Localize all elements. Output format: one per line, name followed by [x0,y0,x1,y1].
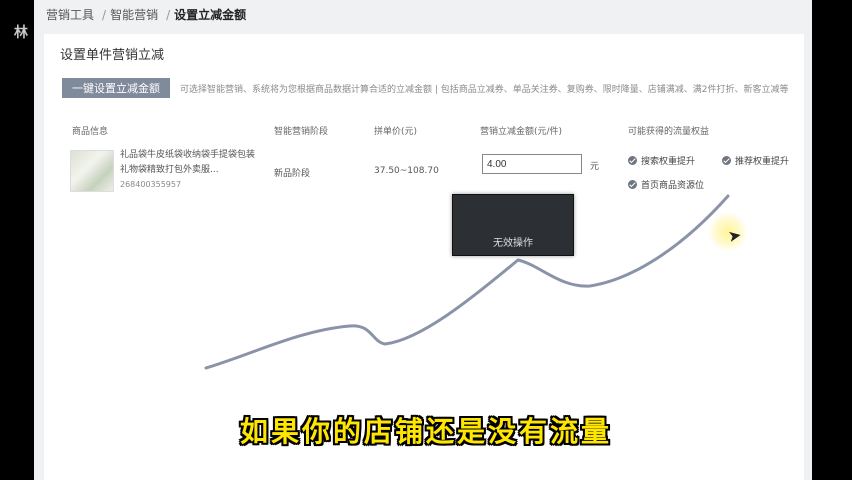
header-group-price: 拼单价(元) [374,127,418,137]
video-frame: 林 营销工具 / 智能营销 / 设置立减金额 设置单件营销立减 一键设置立减金额 可选择… [0,0,852,480]
batch-hint-text: 可选择智能营销、系统将为您根据商品数据计算合适的立减金额 | 包括商品立减券、单… [180,85,789,95]
group-price: 37.50~108.70 [374,166,439,176]
product-name[interactable]: 礼品袋牛皮纸袋收纳袋手提袋包装礼物袋精致打包外卖服... [120,148,260,178]
benefit-label: 搜索权重提升 [641,157,696,167]
breadcrumb-current: 设置立减金额 [174,8,247,22]
app-screen: 营销工具 / 智能营销 / 设置立减金额 设置单件营销立减 一键设置立减金额 可选择智能… [34,0,812,480]
benefit-label: 推荐权重提升 [735,157,790,167]
product-thumbnail[interactable] [70,150,114,192]
toast-text: 无效操作 [493,238,533,249]
discount-amount-input[interactable] [482,154,582,174]
discount-unit: 元 [590,162,600,172]
benefit-label: 首页商品资源位 [641,181,705,191]
toast-message: 无效操作 [452,194,574,256]
benefit-search-weight: 搜索权重提升 [628,154,695,167]
product-id: 268400355957 [120,180,182,189]
breadcrumb-separator: / [102,8,107,22]
table-row: 礼品袋牛皮纸袋收纳袋手提袋包装礼物袋精致打包外卖服... 26840035595… [44,144,804,204]
marketing-stage: 新品阶段 [274,169,311,179]
breadcrumb: 营销工具 / 智能营销 / 设置立减金额 [46,6,250,23]
batch-set-discount-button[interactable]: 一键设置立减金额 [62,78,170,98]
header-product-info: 商品信息 [72,127,109,137]
panel-title: 设置单件营销立减 [60,48,165,63]
breadcrumb-item-marketing-tools[interactable]: 营销工具 [46,8,94,22]
benefit-homepage-slot: 首页商品资源位 [628,178,704,191]
header-traffic-benefits: 可能获得的流量权益 [628,127,710,137]
breadcrumb-item-smart-marketing[interactable]: 智能营销 [110,8,158,22]
header-discount-amount: 营销立减金额(元/件) [480,127,563,137]
subtitle-caption: 如果你的店铺还是没有流量 [239,415,612,448]
header-marketing-stage: 智能营销阶段 [274,127,329,137]
check-icon [628,180,637,189]
side-watermark: 林 [14,25,28,41]
check-icon [722,156,731,165]
breadcrumb-separator: / [166,8,171,22]
benefit-recommend-weight: 推荐权重提升 [722,154,789,167]
check-icon [628,156,637,165]
